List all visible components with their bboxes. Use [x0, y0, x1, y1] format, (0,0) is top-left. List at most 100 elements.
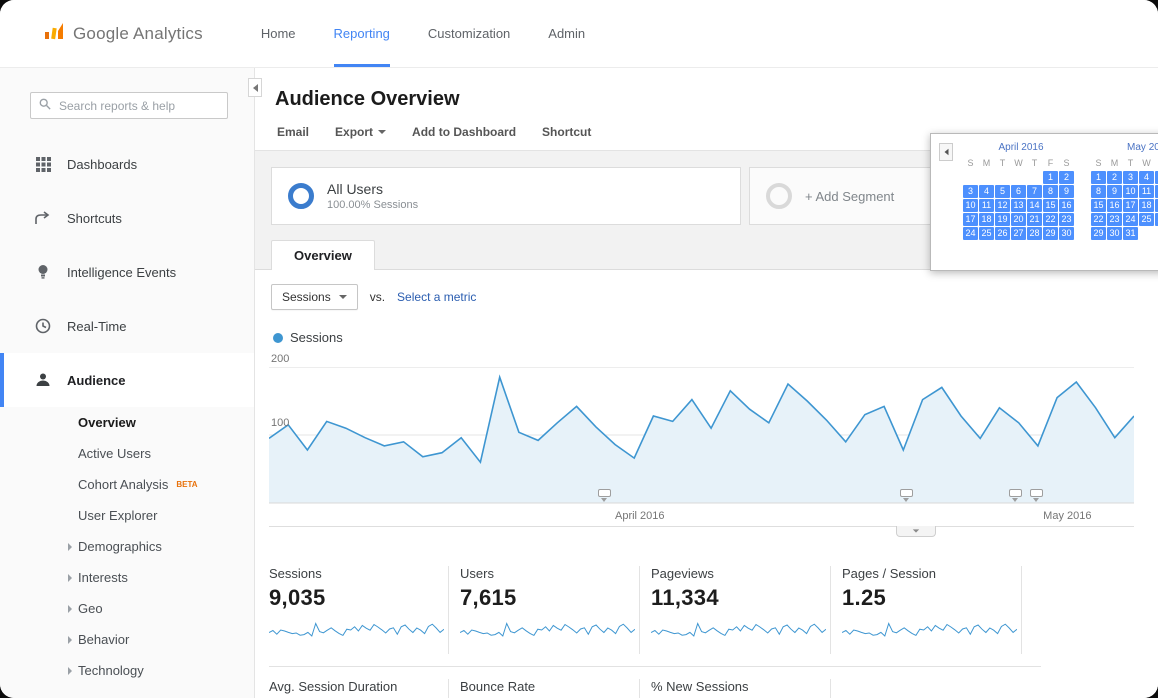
calendar-day[interactable]: 11	[979, 199, 994, 212]
calendar-day[interactable]: 22	[1043, 213, 1058, 226]
sidebar-item-shortcuts[interactable]: Shortcuts	[0, 191, 254, 245]
subnav-geo[interactable]: Geo	[0, 593, 254, 624]
metric-card-new-sessions[interactable]: % New Sessions 83.70%	[651, 679, 831, 698]
metric-card-pageviews[interactable]: Pageviews 11,334	[651, 566, 831, 654]
calendar-day[interactable]: 23	[1107, 213, 1122, 226]
sidebar-collapse-button[interactable]	[248, 78, 262, 97]
subnav-user-explorer[interactable]: User Explorer	[0, 500, 254, 531]
calendar-day[interactable]: 29	[1091, 227, 1106, 240]
calendar-day[interactable]: 25	[1139, 213, 1154, 226]
add-to-dashboard-button[interactable]: Add to Dashboard	[412, 125, 516, 139]
calendar-day[interactable]: 28	[1027, 227, 1042, 240]
calendar-day[interactable]: 30	[1107, 227, 1122, 240]
metric-card-pages-per-session[interactable]: Pages / Session 1.25	[842, 566, 1022, 654]
metric-card-avg-session-duration[interactable]: Avg. Session Duration 00:01:16	[269, 679, 449, 698]
calendar-day[interactable]: 16	[1107, 199, 1122, 212]
export-button[interactable]: Export	[335, 125, 386, 139]
calendar-day[interactable]: 25	[979, 227, 994, 240]
search-input[interactable]	[57, 98, 219, 114]
calendar-day[interactable]: 5	[995, 185, 1010, 198]
nav-customization[interactable]: Customization	[428, 0, 510, 67]
all-users-segment-card[interactable]: All Users 100.00% Sessions	[271, 167, 741, 225]
page-head: Audience Overview	[255, 68, 1158, 119]
calendar-day[interactable]: 19	[995, 213, 1010, 226]
subnav-overview[interactable]: Overview	[0, 407, 254, 438]
email-button[interactable]: Email	[277, 125, 309, 139]
subnav-active-users[interactable]: Active Users	[0, 438, 254, 469]
calendar-day[interactable]: 21	[1027, 213, 1042, 226]
calendar-day[interactable]: 2	[1059, 171, 1074, 184]
calendar-day[interactable]: 2	[1107, 171, 1122, 184]
subnav-label: Behavior	[78, 632, 129, 647]
calendar-day[interactable]: 1	[1043, 171, 1058, 184]
metric-card-users[interactable]: Users 7,615	[460, 566, 640, 654]
calendar-day[interactable]: 18	[979, 213, 994, 226]
subnav-cohort-analysis[interactable]: Cohort AnalysisBETA	[0, 469, 254, 500]
calendar-day[interactable]: 8	[1043, 185, 1058, 198]
collapse-left-icon	[253, 84, 258, 92]
calendar-day[interactable]: 29	[1043, 227, 1058, 240]
calendar-day[interactable]: 4	[979, 185, 994, 198]
calendar-day[interactable]: 9	[1059, 185, 1074, 198]
calendar-day[interactable]: 13	[1011, 199, 1026, 212]
calendar-day[interactable]: 23	[1059, 213, 1074, 226]
calendar-day[interactable]: 4	[1139, 171, 1154, 184]
metric-card-bounce-rate[interactable]: Bounce Rate 80.39%	[460, 679, 640, 698]
calendar-day[interactable]: 3	[963, 185, 978, 198]
select-metric-link[interactable]: Select a metric	[397, 290, 476, 304]
nav-reporting[interactable]: Reporting	[334, 0, 390, 67]
calendar-day[interactable]: 31	[1123, 227, 1138, 240]
calendar-day[interactable]: 9	[1107, 185, 1122, 198]
calendar-day[interactable]: 15	[1043, 199, 1058, 212]
calendar-day[interactable]: 15	[1091, 199, 1106, 212]
calendar-day[interactable]: 20	[1011, 213, 1026, 226]
metric-select-dropdown[interactable]: Sessions	[271, 284, 358, 310]
calendar-day[interactable]: 27	[1011, 227, 1026, 240]
tab-overview[interactable]: Overview	[271, 240, 375, 270]
sessions-chart[interactable]	[269, 367, 1134, 507]
subnav-label: User Explorer	[78, 508, 157, 523]
calendar-day[interactable]: 12	[995, 199, 1010, 212]
sidebar-item-dashboards[interactable]: Dashboards	[0, 137, 254, 191]
audience-person-icon	[34, 372, 52, 388]
calendar-day[interactable]: 18	[1139, 199, 1154, 212]
calendar-day[interactable]: 11	[1139, 185, 1154, 198]
calendar-day[interactable]: 24	[963, 227, 978, 240]
calendar-prev-button[interactable]	[939, 143, 953, 161]
calendar-day[interactable]: 17	[1123, 199, 1138, 212]
calendar-day[interactable]: 6	[1011, 185, 1026, 198]
calendar-day[interactable]: 8	[1091, 185, 1106, 198]
metric-cards-row-1: Sessions 9,035 Users 7,615 Pageviews 11,…	[269, 566, 1041, 654]
calendar-day[interactable]: 17	[963, 213, 978, 226]
calendar-day[interactable]: 16	[1059, 199, 1074, 212]
sidebar-item-real-time[interactable]: Real-Time	[0, 299, 254, 353]
subnav-behavior[interactable]: Behavior	[0, 624, 254, 655]
nav-home[interactable]: Home	[261, 0, 296, 67]
chart-collapse-tab[interactable]	[896, 526, 936, 537]
metric-card-sessions[interactable]: Sessions 9,035	[269, 566, 449, 654]
calendar-day[interactable]: 10	[1123, 185, 1138, 198]
metric-label: Pageviews	[651, 566, 830, 581]
expand-arrow-icon	[68, 667, 72, 675]
calendar-day[interactable]: 3	[1123, 171, 1138, 184]
nav-admin[interactable]: Admin	[548, 0, 585, 67]
calendar-day[interactable]: 30	[1059, 227, 1074, 240]
calendar-day[interactable]: 7	[1027, 185, 1042, 198]
calendar-day[interactable]: 26	[995, 227, 1010, 240]
calendar-day[interactable]: 22	[1091, 213, 1106, 226]
subnav-interests[interactable]: Interests	[0, 562, 254, 593]
subnav-demographics[interactable]: Demographics	[0, 531, 254, 562]
calendar-day[interactable]: 10	[963, 199, 978, 212]
sidebar-search[interactable]	[30, 92, 228, 119]
calendar-day[interactable]: 24	[1123, 213, 1138, 226]
sidebar-item-intelligence-events[interactable]: Intelligence Events	[0, 245, 254, 299]
subnav-label: Cohort Analysis	[78, 477, 168, 492]
calendar-day[interactable]: 1	[1091, 171, 1106, 184]
calendar-day[interactable]: 14	[1027, 199, 1042, 212]
sparkline-users	[460, 618, 635, 644]
shortcut-button[interactable]: Shortcut	[542, 125, 591, 139]
subnav-technology[interactable]: Technology	[0, 655, 254, 686]
top-navigation: Home Reporting Customization Admin	[261, 0, 585, 67]
sidebar-item-audience[interactable]: Audience	[0, 353, 254, 407]
google-analytics-brand[interactable]: Google Analytics	[0, 0, 203, 67]
